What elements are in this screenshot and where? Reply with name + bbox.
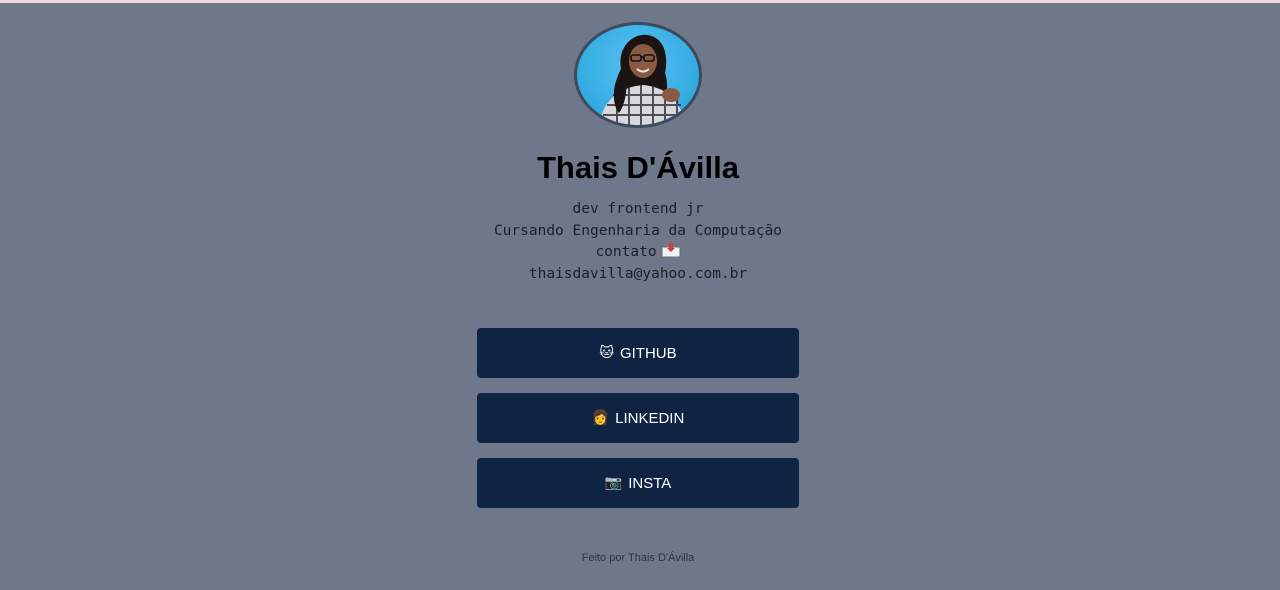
bio-email: thaisdavilla@yahoo.com.br [528,265,748,282]
profile-bio: dev frontend jr Cursando Engenharia da C… [0,199,1276,285]
bio-course: Cursando Engenharia da Computação [493,222,783,239]
github-label: GITHUB [619,344,677,362]
person-icon: 👩 [591,410,610,426]
profile-name: Thais D'Ávilla [536,150,740,185]
linkedin-button[interactable]: 👩 LINKEDIN [477,393,799,443]
camera-icon: 📷 [604,475,623,491]
insta-button[interactable]: 📷 INSTA [477,458,799,508]
github-button[interactable]: 🐱 GITHUB [477,328,799,378]
bio-contact-row: contato [0,242,1276,264]
footer-credit: Feito por Thais D'Ávilla [581,552,695,564]
bio-role: dev frontend jr [572,201,704,217]
bio-contact-label: contato [595,244,657,260]
avatar-photo [599,34,685,125]
inbox-icon [661,242,681,258]
cat-icon: 🐱 [599,345,614,361]
avatar [574,22,702,128]
top-accent-strip [0,0,1280,3]
linkedin-label: LINKEDIN [615,409,685,427]
insta-label: INSTA [628,474,672,492]
